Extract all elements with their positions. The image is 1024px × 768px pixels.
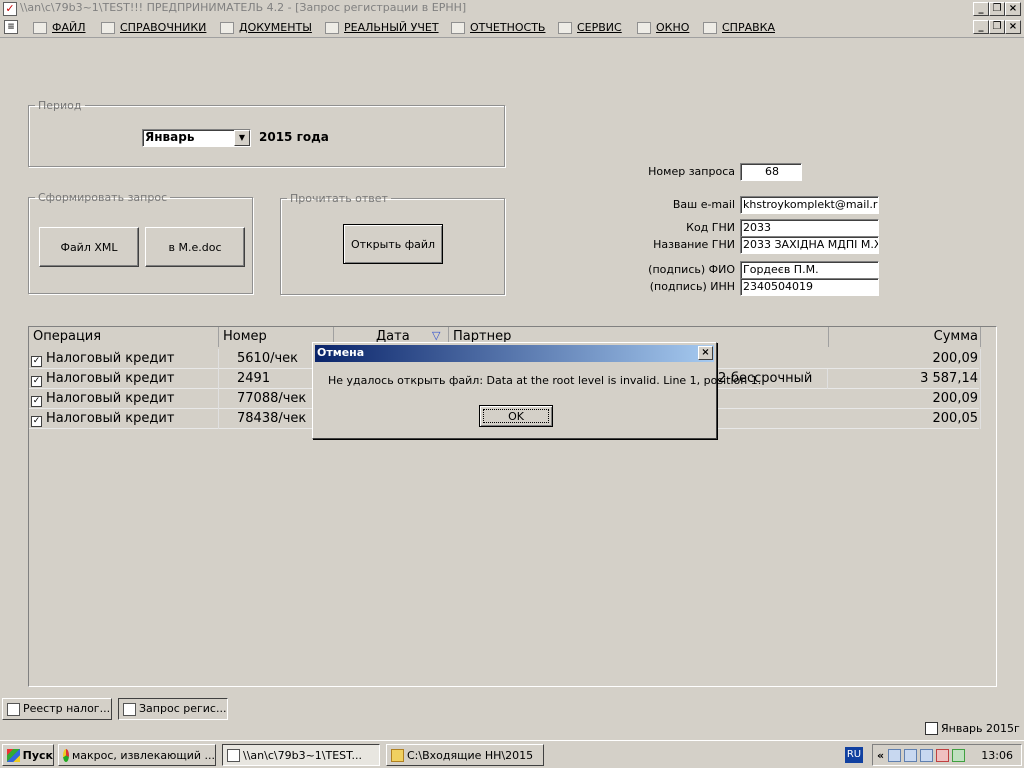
fio-field[interactable]: Гордеєв П.М. — [740, 261, 879, 279]
language-indicator[interactable]: RU — [845, 747, 863, 763]
chrome-icon — [63, 748, 69, 762]
home-icon — [101, 21, 115, 34]
xml-file-button[interactable]: Файл XML — [39, 227, 139, 267]
folder-icon — [391, 748, 404, 762]
month-select[interactable]: Январь ▼ — [142, 129, 251, 147]
medoc-button[interactable]: в M.e.doc — [145, 227, 245, 267]
request-no-label: Номер запроса — [648, 165, 735, 178]
tools-icon — [558, 21, 572, 34]
mdi-doc-icon[interactable]: ≡ — [4, 20, 18, 34]
check-app-icon[interactable]: ✓ — [3, 2, 17, 16]
chevron-down-icon[interactable]: ▼ — [234, 130, 250, 146]
close-icon[interactable]: × — [1005, 2, 1021, 16]
checkbox[interactable]: ✓ — [31, 376, 42, 387]
tab-request[interactable]: Запрос регис... — [118, 698, 228, 720]
operation-cell: ✓ Налоговый кредит — [31, 409, 219, 429]
open-file-button[interactable]: Открыть файл — [343, 224, 443, 264]
dialog-message: Не удалось открыть файл: Data at the roo… — [328, 374, 762, 387]
document-icon — [7, 702, 20, 716]
col-header-sum[interactable]: Сумма — [829, 327, 981, 347]
check-app-icon — [227, 748, 240, 762]
display-icon[interactable] — [920, 748, 934, 762]
window-title: \\an\c\79b3~1\TEST!!! ПРЕДПРИНИМАТЕЛЬ 4.… — [20, 1, 467, 14]
email-field[interactable]: khstroykomplekt@mail.ru — [740, 196, 879, 214]
sum-cell: 3 587,14 — [829, 369, 981, 389]
menu-reports[interactable]: ОТЧЕТНОСТЬ — [451, 21, 545, 34]
document-icon — [220, 21, 234, 34]
menu-window[interactable]: ОКНО — [637, 21, 689, 34]
tab-registry[interactable]: Реестр налог... — [2, 698, 112, 720]
period-legend: Период — [38, 99, 82, 112]
mdi-minimize-icon[interactable]: _ — [973, 20, 989, 34]
start-button[interactable]: Пуск — [2, 744, 54, 766]
form-request-legend: Сформировать запрос — [38, 191, 168, 204]
checkbox[interactable]: ✓ — [31, 416, 42, 427]
tray-expand-icon[interactable]: « — [877, 749, 884, 762]
taskbar-item-chrome[interactable]: макрос, извлекающий ... — [58, 744, 216, 766]
menu-documents[interactable]: ДОКУМЕНТЫ — [220, 21, 312, 34]
menu-service[interactable]: СЕРВИС — [558, 21, 622, 34]
restore-icon[interactable]: ❐ — [989, 2, 1005, 16]
system-tray: « 13:06 — [872, 744, 1022, 766]
minimize-icon[interactable]: _ — [973, 2, 989, 16]
windows-logo-icon — [7, 748, 20, 762]
folder-icon — [33, 21, 47, 34]
dialog-close-icon[interactable]: × — [698, 346, 713, 360]
window-icon — [637, 21, 651, 34]
clock: 13:06 — [981, 748, 1013, 762]
mdi-restore-icon[interactable]: ❐ — [989, 20, 1005, 34]
menu-file[interactable]: ФАЙЛ — [33, 21, 86, 34]
updates-icon[interactable] — [952, 748, 966, 762]
help-book-icon — [703, 21, 717, 34]
form-icon — [123, 702, 136, 716]
sum-cell: 200,05 — [829, 409, 981, 429]
monitor-icon[interactable] — [904, 748, 918, 762]
operation-cell: ✓ Налоговый кредит — [31, 349, 219, 369]
gni-code-label: Код ГНИ — [686, 221, 735, 234]
operation-cell: ✓ Налоговый кредит — [31, 389, 219, 409]
dialog-title-bar[interactable]: Отмена × — [315, 345, 714, 362]
inn-label: (подпись) ИНН — [649, 280, 735, 293]
taskbar-item-app[interactable]: \\an\c\79b3~1\TEST... — [222, 744, 380, 766]
read-reply-legend: Прочитать ответ — [290, 192, 388, 205]
operation-cell: ✓ Налоговый кредит — [31, 369, 219, 389]
taskbar-item-folder[interactable]: C:\Входящие НН\2015 — [386, 744, 544, 766]
sum-cell: 200,09 — [829, 389, 981, 409]
ledger-icon — [325, 21, 339, 34]
security-icon[interactable] — [936, 748, 950, 762]
mdi-tabs: Реестр налог... Запрос регис... — [0, 696, 1024, 720]
gni-code-field[interactable]: 2033 — [740, 219, 879, 237]
dialog-title: Отмена — [317, 346, 365, 359]
menu-bar: ≡ ФАЙЛ СПРАВОЧНИКИ ДОКУМЕНТЫ РЕАЛЬНЫЙ УЧ… — [0, 18, 1024, 38]
col-header-operation[interactable]: Операция — [29, 327, 219, 347]
taskbar: Пуск макрос, извлекающий ... \\an\c\79b3… — [0, 740, 1024, 768]
sum-cell: 200,09 — [829, 349, 981, 369]
gni-name-label: Название ГНИ — [653, 238, 735, 251]
checkbox[interactable]: ✓ — [31, 396, 42, 407]
fio-label: (подпись) ФИО — [648, 263, 735, 276]
title-bar: ✓ \\an\c\79b3~1\TEST!!! ПРЕДПРИНИМАТЕЛЬ … — [0, 0, 1024, 18]
network-icon[interactable] — [888, 748, 902, 762]
year-text: 2015 года — [259, 130, 329, 144]
menu-directories[interactable]: СПРАВОЧНИКИ — [101, 21, 206, 34]
inn-field[interactable]: 2340504019 — [740, 278, 879, 296]
gni-name-field[interactable]: 2033 ЗАХІДНА МДПІ М.Х — [740, 236, 879, 254]
checkbox[interactable]: ✓ — [31, 356, 42, 367]
mdi-close-icon[interactable]: × — [1005, 20, 1021, 34]
email-label: Ваш e-mail — [672, 198, 735, 211]
menu-real-accounting[interactable]: РЕАЛЬНЫЙ УЧЕТ — [325, 21, 439, 34]
status-period: Январь 2015г — [925, 722, 1020, 735]
report-icon — [451, 21, 465, 34]
ok-button[interactable]: OK — [479, 405, 553, 427]
calendar-icon — [925, 722, 938, 735]
menu-help[interactable]: СПРАВКА — [703, 21, 775, 34]
error-dialog: Отмена × Не удалось открыть файл: Data a… — [312, 342, 761, 439]
request-no-field[interactable]: 68 — [740, 163, 802, 181]
